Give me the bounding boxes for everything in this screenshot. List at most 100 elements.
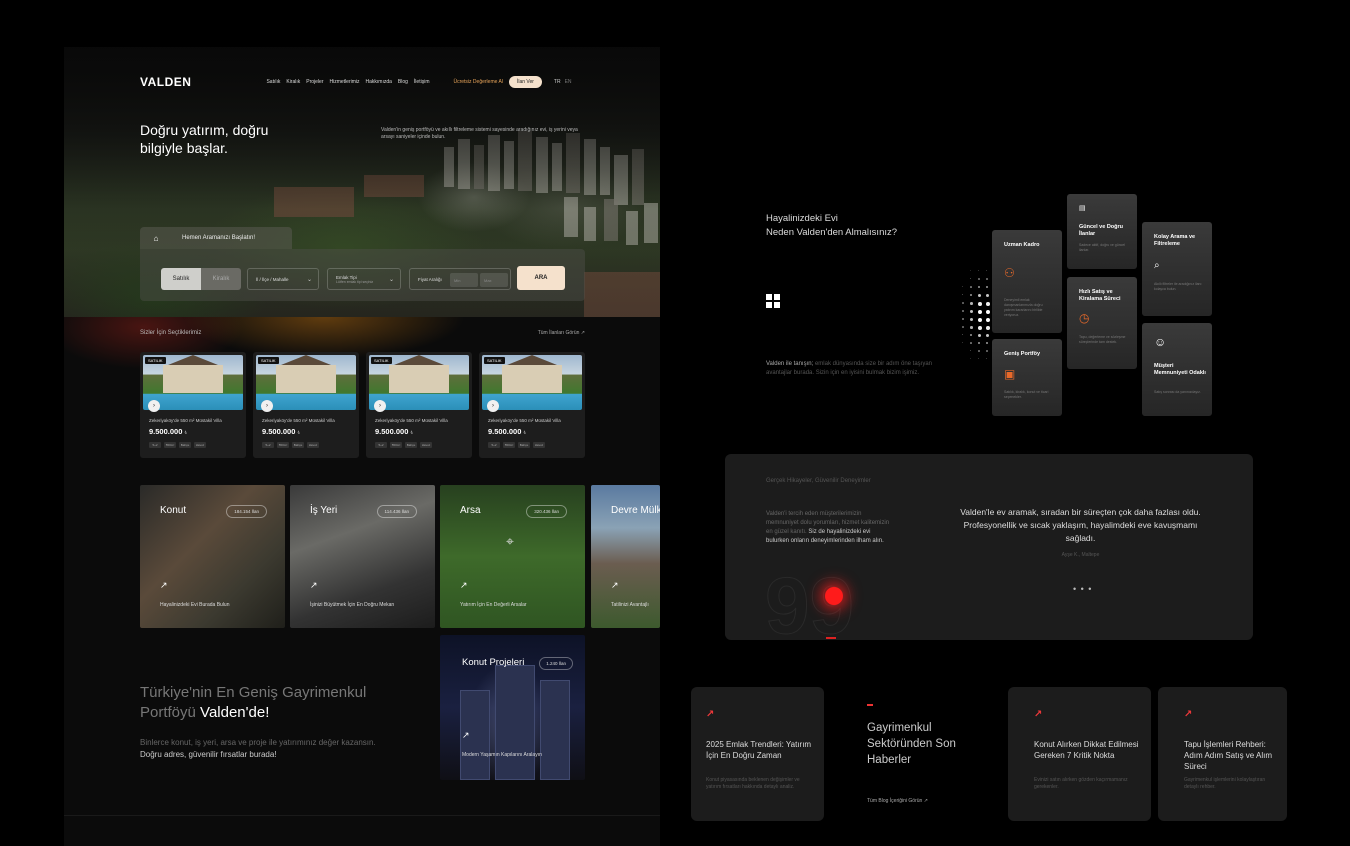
feature-kolay-arama: Kolay Arama ve Filtreleme ⌕ Akıllı filtr… <box>1142 222 1212 316</box>
testimonial-pager[interactable]: • • • <box>1073 584 1092 594</box>
dot <box>970 310 974 314</box>
listing-card[interactable]: SATILIK › Zekeriyaköy'de 550 m² Müstakil… <box>366 352 472 458</box>
dot <box>978 286 981 289</box>
nav-link-hizmetlerimiz[interactable]: Hizmetlerimiz <box>330 79 360 85</box>
testimonial-section: Gerçek Hikayeler, Güvenilir Deneyimler V… <box>725 454 1253 640</box>
arrow-up-right-icon: ↗ <box>611 580 619 590</box>
listing-tag: SATILIK <box>484 357 505 364</box>
arrow-up-right-icon: ↗ <box>706 709 715 720</box>
listing-tag: SATILIK <box>258 357 279 364</box>
post-listing-button[interactable]: İlan Ver <box>508 76 542 88</box>
news-card[interactable]: ↗ Konut Alırken Dikkat Edilmesi Gereken … <box>1008 687 1151 821</box>
nav-link-iletisim[interactable]: İletişim <box>414 79 430 85</box>
category-is-yeri[interactable]: İş Yeri 114.436 İlan ↗ İşinizi Büyütmek … <box>290 485 435 628</box>
dot <box>986 286 989 289</box>
nav-link-kiralik[interactable]: Kiralık <box>286 79 300 85</box>
featured-header: Sizler İçin Seçtiklerimiz Tüm İlanları G… <box>140 330 585 336</box>
category-arsa[interactable]: Arsa 320.436 İlan ⌖ ↗ Yatırım İçin En De… <box>440 485 585 628</box>
property-type-select[interactable]: Emlak Tipi Lütfen emlak tipi seçiniz ⌄ <box>327 268 401 290</box>
portfolio-title: Türkiye'nin En Geniş Gayrimenkul Portföy… <box>140 684 367 721</box>
location-placeholder: İl / İlçe / Mahalle <box>256 276 289 282</box>
project-tile[interactable]: Konut Projeleri 1.240 İlan ↗ Modern Yaşa… <box>440 635 585 780</box>
dot <box>986 294 990 298</box>
homepage-preview: VALDEN Satılık Kiralık Projeler Hizmetle… <box>64 47 660 846</box>
news-title: Konut Alırken Dikkat Edilmesi Gereken 7 … <box>1034 740 1139 760</box>
nav-link-hakkimizda[interactable]: Hakkımızda <box>366 79 392 85</box>
listing-price: 9.500.000 ₺ <box>375 427 414 436</box>
dot <box>978 302 982 306</box>
see-all-listings-link[interactable]: Tüm İlanları Görün ↗ <box>538 330 585 336</box>
mode-sale-button[interactable]: Satılık <box>161 268 201 290</box>
listing-card[interactable]: SATILIK › Zekeriyaköy'de 550 m² Müstakil… <box>140 352 246 458</box>
dot <box>978 334 982 338</box>
news-title: Tapu İşlemleri Rehberi: Adım Adım Satış … <box>1184 740 1273 771</box>
nav-links: Satılık Kiralık Projeler Hizmetlerimiz H… <box>266 79 429 85</box>
price-range-field: Fiyat Aralığı Min Max <box>409 268 511 290</box>
category-devre-mulk[interactable]: Devre Mülk ↗ Tatilinizi Avantajlı <box>591 485 660 628</box>
dot <box>986 318 991 323</box>
dot <box>978 318 983 323</box>
dot <box>986 326 990 330</box>
dot <box>962 302 964 304</box>
feature-desc: Sadece aktif, doğru ve güncel ilanlar. <box>1079 243 1126 252</box>
all-blog-link[interactable]: Tüm Blog İçeriğini Görün ↗ <box>867 798 987 804</box>
map-pin-icon: ⌖ <box>506 533 514 549</box>
why-title: Hayalinizdeki Evi Neden Valden'den Almal… <box>766 213 898 238</box>
price-max-input[interactable]: Max <box>480 273 508 287</box>
project-count: 1.240 İlan <box>539 657 573 670</box>
news-card[interactable]: ↗ 2025 Emlak Trendleri: Yatırım İçin En … <box>691 687 824 821</box>
dot-pattern <box>938 270 994 366</box>
clock-icon: ◷ <box>1079 311 1090 325</box>
feature-title: Müşteri Memnuniyeti Odaklı <box>1154 363 1206 376</box>
property-type-placeholder: Lütfen emlak tipi seçiniz <box>336 279 374 284</box>
valden-logo[interactable]: VALDEN <box>140 75 191 89</box>
listing-card[interactable]: SATILIK › Zekeriyaköy'de 550 m² Müstakil… <box>479 352 585 458</box>
home-icon: ⌂ <box>153 233 159 243</box>
feature-title: Uzman Kadro <box>1004 242 1040 248</box>
dot <box>978 350 980 352</box>
nav-link-blog[interactable]: Blog <box>398 79 408 85</box>
dot <box>978 310 983 315</box>
language-switch[interactable]: TR EN <box>554 79 572 85</box>
news-desc: Gayrimenkul işlemlerini kolaylaştıran de… <box>1184 777 1266 790</box>
price-range-label: Fiyat Aralığı <box>418 276 442 282</box>
testimonial-intro: Valden'i tercih eden müşterilerimizin me… <box>766 511 890 544</box>
nav-link-satilik[interactable]: Satılık <box>266 79 280 85</box>
dot <box>962 294 964 296</box>
arrow-up-right-icon: ↗ <box>160 580 168 590</box>
mode-rent-button[interactable]: Kiralık <box>201 268 241 290</box>
category-konut[interactable]: Konut 184.154 İlan ↗ Hayalinizdeki Evi B… <box>140 485 285 628</box>
listing-title: Zekeriyaköy'de 550 m² Müstakil Villa <box>375 418 448 423</box>
free-valuation-link[interactable]: Ücretsiz Değerleme Al <box>453 79 502 85</box>
price-min-input[interactable]: Min <box>450 273 478 287</box>
news-heading: Gayrimenkul Sektöründen Son Haberler <box>867 722 956 766</box>
featured-heading: Sizler İçin Seçtiklerimiz <box>140 330 202 336</box>
grid-icon <box>756 284 790 318</box>
search-submit-button[interactable]: ARA <box>517 266 565 290</box>
project-caption: Modern Yaşamın Kapılarını Aralayın <box>462 752 542 758</box>
listing-price: 9.500.000 ₺ <box>262 427 301 436</box>
category-count: 320.436 İlan <box>526 505 567 518</box>
lang-en[interactable]: EN <box>565 79 572 85</box>
chevron-down-icon: ⌄ <box>388 277 394 283</box>
dot <box>986 270 988 272</box>
feature-desc: Tapu, değerleme ve sözleşme süreçlerinde… <box>1079 335 1126 344</box>
nav-link-projeler[interactable]: Projeler <box>306 79 323 85</box>
why-text: Valden ile tanışın; emlak dünyasında siz… <box>766 361 933 376</box>
listing-card[interactable]: SATILIK › Zekeriyaköy'de 550 m² Müstakil… <box>253 352 359 458</box>
category-label: Arsa <box>460 505 481 516</box>
arrow-right-icon[interactable]: › <box>487 400 499 412</box>
arrow-right-icon[interactable]: › <box>374 400 386 412</box>
arrow-right-icon[interactable]: › <box>261 400 273 412</box>
news-card[interactable]: ↗ Tapu İşlemleri Rehberi: Adım Adım Satı… <box>1158 687 1287 821</box>
lang-tr[interactable]: TR <box>554 79 561 85</box>
arrow-up-right-icon: ↗ <box>462 730 470 740</box>
arrow-up-right-icon: ↗ <box>1184 709 1193 720</box>
sale-rent-toggle: Satılık Kiralık <box>161 268 241 290</box>
dot <box>970 318 974 322</box>
arrow-right-icon[interactable]: › <box>148 400 160 412</box>
dot <box>986 358 988 360</box>
dot <box>970 302 973 305</box>
location-select[interactable]: İl / İlçe / Mahalle ⌄ <box>247 268 319 290</box>
feature-genis-portfoy: Geniş Portföy ▣ Satılık, kiralık, konut … <box>992 339 1062 416</box>
